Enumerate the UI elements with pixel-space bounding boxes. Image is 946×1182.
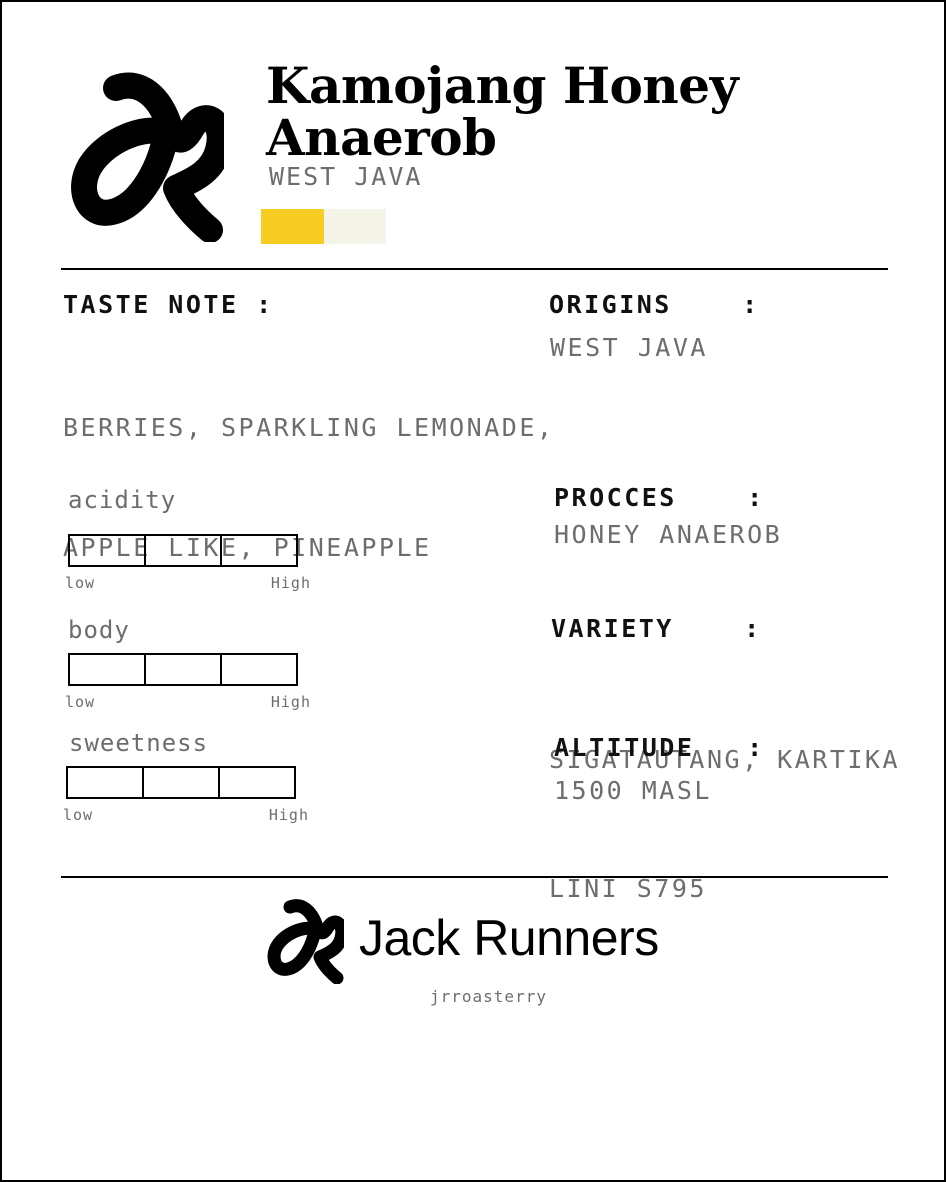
meter-segment bbox=[222, 536, 296, 565]
jr-logo-icon bbox=[267, 899, 344, 984]
meter-segment bbox=[70, 655, 146, 684]
product-region: WEST JAVA bbox=[269, 162, 423, 191]
body-scale: low High bbox=[65, 693, 311, 711]
scale-high-label: High bbox=[270, 574, 311, 592]
meter-segment bbox=[144, 768, 220, 797]
taste-note-label: TASTE NOTE : bbox=[63, 290, 274, 319]
scale-low-label: low bbox=[65, 574, 96, 592]
roast-level-track bbox=[323, 209, 386, 244]
scale-high-label: High bbox=[270, 693, 311, 711]
acidity-title: acidity bbox=[68, 486, 177, 514]
acidity-meter-group: acidity low High bbox=[65, 486, 311, 592]
variety-label: VARIETY : bbox=[551, 614, 762, 643]
brand-handle: jrroasterry bbox=[430, 987, 547, 1006]
sweetness-meter bbox=[66, 766, 296, 799]
brand-name: Jack Runners bbox=[359, 910, 659, 966]
product-title-line2: Anaerob bbox=[266, 108, 497, 167]
meter-segment bbox=[70, 536, 146, 565]
scale-low-label: low bbox=[63, 806, 94, 824]
sweetness-meter-group: sweetness low High bbox=[63, 729, 309, 824]
variety-line2: LINI S795 bbox=[549, 874, 707, 903]
acidity-scale: low High bbox=[65, 574, 311, 592]
process-value: HONEY ANAEROB bbox=[554, 520, 783, 549]
acidity-meter bbox=[68, 534, 298, 567]
coffee-label-card: Kamojang Honey Anaerob WEST JAVA TASTE N… bbox=[0, 0, 946, 1182]
meter-segment bbox=[68, 768, 144, 797]
body-meter bbox=[68, 653, 298, 686]
altitude-value: 1500 MASL bbox=[554, 776, 712, 805]
divider-bottom bbox=[61, 876, 888, 878]
meter-segment bbox=[220, 768, 294, 797]
product-title: Kamojang Honey Anaerob bbox=[266, 60, 826, 164]
taste-note-line1: BERRIES, SPARKLING LEMONADE, bbox=[63, 413, 555, 442]
roast-level-fill bbox=[261, 209, 324, 244]
roast-level-bar bbox=[261, 209, 386, 244]
divider-top bbox=[61, 268, 888, 270]
altitude-label: ALTITUDE : bbox=[554, 733, 765, 762]
meter-segment bbox=[146, 536, 222, 565]
jr-logo-icon bbox=[71, 72, 224, 242]
meter-segment bbox=[222, 655, 296, 684]
origins-value: WEST JAVA bbox=[550, 333, 708, 362]
sweetness-scale: low High bbox=[63, 806, 309, 824]
origins-label: ORIGINS : bbox=[549, 290, 760, 319]
sweetness-title: sweetness bbox=[69, 729, 209, 757]
body-meter-group: body low High bbox=[65, 616, 311, 711]
product-title-line1: Kamojang Honey bbox=[266, 56, 739, 115]
meter-segment bbox=[146, 655, 222, 684]
body-title: body bbox=[68, 616, 130, 644]
process-label: PROCCES : bbox=[554, 483, 765, 512]
scale-high-label: High bbox=[268, 806, 309, 824]
scale-low-label: low bbox=[65, 693, 96, 711]
